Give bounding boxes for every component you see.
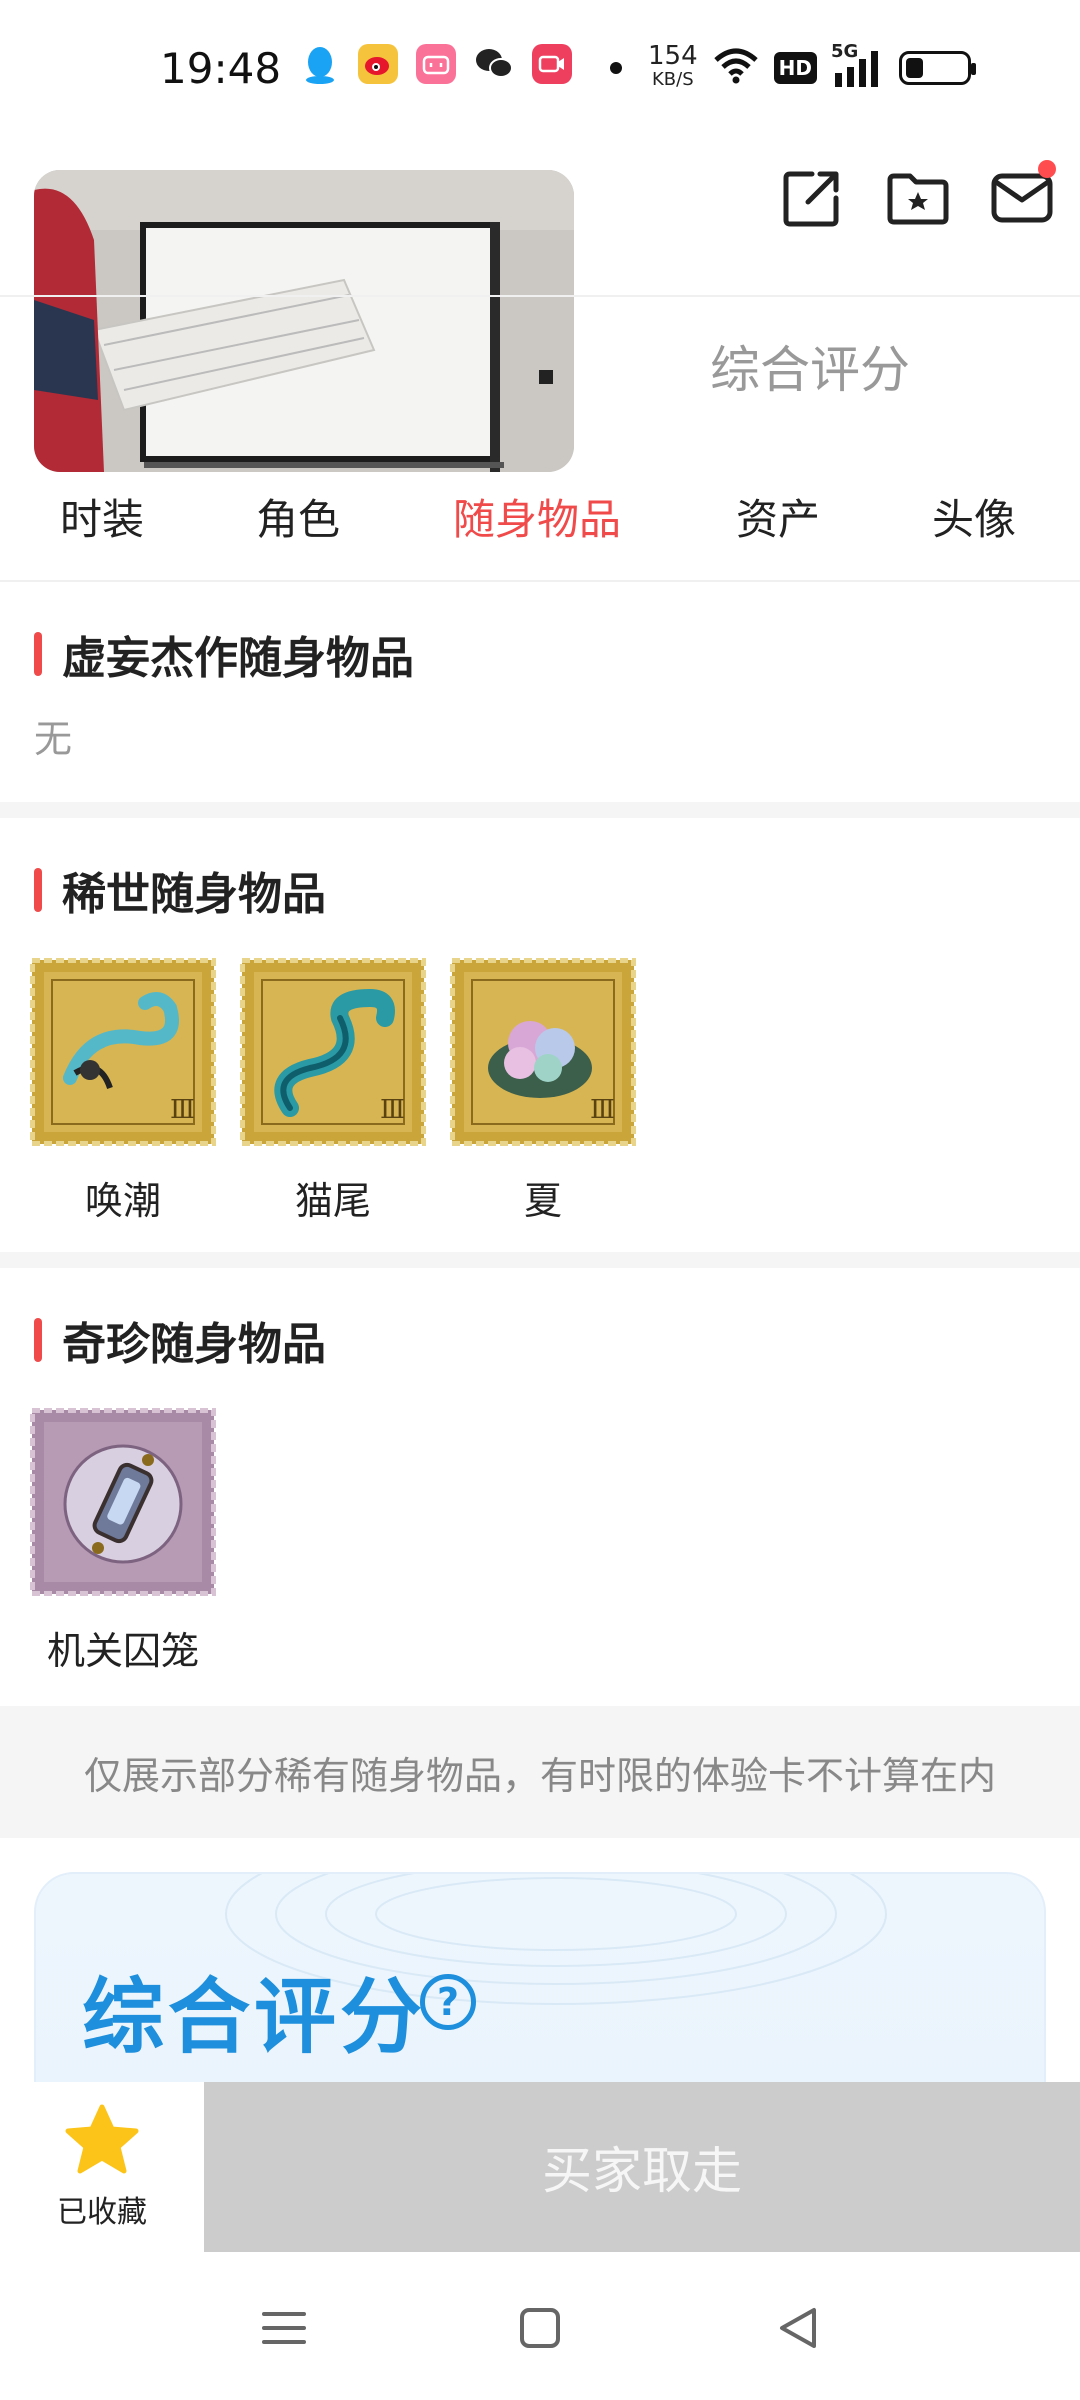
notification-icons bbox=[300, 44, 572, 84]
section-title-text: 虚妄杰作随身物品 bbox=[62, 633, 414, 684]
section-treasure: 奇珍随身物品 机关囚笼 bbox=[0, 1268, 1080, 1706]
back-triangle-icon bbox=[780, 2308, 816, 2348]
buy-button[interactable]: 买家取走 bbox=[204, 2082, 1080, 2252]
item-label: 猫尾 bbox=[294, 1179, 371, 1223]
share-icon bbox=[783, 171, 839, 227]
tab-accessories[interactable]: 随身物品 bbox=[453, 486, 621, 547]
home-square-icon bbox=[520, 2308, 560, 2348]
tab-assets[interactable]: 资产 bbox=[736, 486, 820, 547]
net-speed-unit: KB/S bbox=[651, 69, 694, 90]
message-button[interactable] bbox=[990, 160, 1056, 228]
favorite-button[interactable]: 已收藏 bbox=[0, 2082, 204, 2252]
section-accent-bar bbox=[34, 632, 42, 676]
item-label: 唤潮 bbox=[84, 1179, 161, 1223]
video-frame-image bbox=[34, 170, 574, 472]
tab-fashion[interactable]: 时装 bbox=[60, 486, 144, 547]
score-card-title: 综合评分 bbox=[82, 1970, 427, 2065]
favorite-label: 已收藏 bbox=[57, 2195, 147, 2230]
item-label: 夏 bbox=[523, 1179, 562, 1223]
battery-level bbox=[905, 58, 923, 78]
lantern-stamp-icon bbox=[29, 1407, 217, 1597]
section-title: 稀世随身物品 bbox=[34, 858, 326, 922]
tab-overall-score[interactable]: 综合评分 bbox=[650, 330, 970, 402]
help-icon[interactable]: ? bbox=[420, 1974, 476, 2030]
section-gap bbox=[0, 802, 1080, 818]
bilibili-icon bbox=[416, 44, 456, 84]
svg-text:Ⅲ: Ⅲ bbox=[590, 1095, 615, 1125]
hd-label: HD bbox=[778, 56, 812, 80]
sub-tab-bar: 时装 角色 随身物品 资产 头像 bbox=[0, 470, 1080, 580]
wave-stamp-icon: Ⅲ bbox=[29, 957, 217, 1147]
section-title-text: 奇珍随身物品 bbox=[62, 1319, 326, 1370]
section-title: 虚妄杰作随身物品 bbox=[34, 622, 414, 686]
section-title: 奇珍随身物品 bbox=[34, 1308, 326, 1372]
share-button[interactable] bbox=[782, 168, 842, 228]
section-title-text: 稀世随身物品 bbox=[62, 869, 326, 920]
status-bar: 19:48 154 KB/S HD 5G bbox=[0, 0, 1080, 140]
wifi-icon bbox=[712, 46, 760, 90]
battery-icon bbox=[898, 51, 976, 85]
svg-text:Ⅲ: Ⅲ bbox=[170, 1095, 195, 1125]
favorite-folder-button[interactable] bbox=[886, 168, 949, 228]
svg-text:Ⅲ: Ⅲ bbox=[380, 1095, 405, 1125]
menu-icon bbox=[262, 2312, 306, 2344]
section-rare: 稀世随身物品 Ⅲ 唤潮 Ⅲ 猫尾 Ⅲ 夏 bbox=[0, 818, 1080, 1252]
top-actions bbox=[782, 160, 1056, 228]
home-nav-button[interactable] bbox=[508, 2296, 572, 2360]
back-nav-button[interactable] bbox=[768, 2296, 832, 2360]
bottom-action-bar: 已收藏 买家取走 bbox=[0, 2082, 1080, 2252]
accessory-notice: 仅展示部分稀有随身物品，有时限的体验卡不计算在内 bbox=[0, 1706, 1080, 1838]
star-icon bbox=[65, 2104, 139, 2174]
app-page: 19:48 154 KB/S HD 5G 综合评分 时装 角色 随身物品 资产 … bbox=[0, 0, 1080, 2400]
unread-dot bbox=[1038, 160, 1056, 178]
item-maowei[interactable]: Ⅲ 猫尾 bbox=[238, 957, 428, 1225]
tab-avatar[interactable]: 头像 bbox=[932, 486, 1016, 547]
section-legendary: 虚妄杰作随身物品 无 bbox=[0, 582, 1080, 802]
hd-icon: HD bbox=[773, 52, 817, 84]
wechat-icon bbox=[474, 44, 514, 84]
status-time: 19:48 bbox=[160, 44, 282, 93]
system-nav-bar bbox=[0, 2252, 1080, 2400]
net-speed-value: 154 bbox=[648, 41, 698, 71]
system-status-icons: 154 KB/S HD 5G bbox=[610, 41, 976, 92]
floating-video-preview[interactable] bbox=[34, 170, 574, 472]
folder-star-icon bbox=[887, 173, 949, 225]
section-accent-bar bbox=[34, 868, 42, 912]
item-xia[interactable]: Ⅲ 夏 bbox=[448, 957, 638, 1225]
section-accent-bar bbox=[34, 1318, 42, 1362]
header-divider bbox=[0, 295, 1080, 297]
screen-record-icon bbox=[532, 44, 572, 84]
cat-tail-stamp-icon: Ⅲ bbox=[239, 957, 427, 1147]
empty-text: 无 bbox=[34, 717, 73, 761]
tab-character[interactable]: 角色 bbox=[256, 486, 340, 547]
lotus-stamp-icon: Ⅲ bbox=[449, 957, 637, 1147]
item-label: 机关囚笼 bbox=[46, 1629, 199, 1673]
weibo-icon bbox=[358, 44, 398, 84]
menu-nav-button[interactable] bbox=[252, 2296, 316, 2360]
qq-icon bbox=[300, 44, 340, 84]
item-jiguan-qiulong[interactable]: 机关囚笼 bbox=[28, 1407, 218, 1675]
cellular-signal-icon: 5G bbox=[831, 41, 885, 89]
section-gap bbox=[0, 1252, 1080, 1268]
net-speed: 154 KB/S bbox=[648, 41, 698, 92]
item-huanchao[interactable]: Ⅲ 唤潮 bbox=[28, 957, 218, 1225]
notification-dot-icon bbox=[610, 62, 622, 74]
